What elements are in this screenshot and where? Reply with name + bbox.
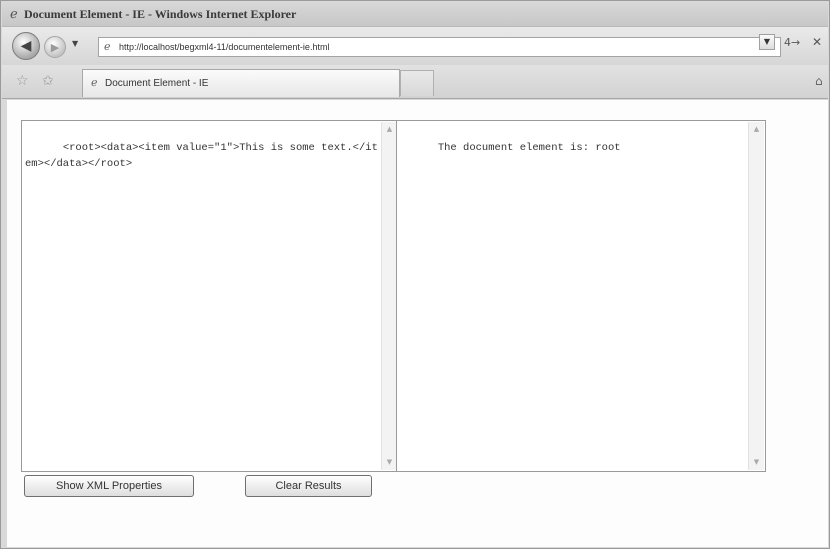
ie-logo-icon: ℯ xyxy=(10,7,18,22)
window-title: Document Element - IE - Windows Internet… xyxy=(24,7,297,21)
scroll-up-icon[interactable]: ▲ xyxy=(384,124,395,135)
forward-arrow-icon: ▶ xyxy=(50,40,60,54)
xml-input-scrollbar[interactable]: ▲ ▼ xyxy=(381,122,397,470)
stop-button[interactable]: ✕ xyxy=(812,35,822,49)
tab-label: Document Element - IE xyxy=(105,78,209,89)
tab-page-icon: ℯ xyxy=(91,76,98,89)
tab-bar: ☆ ✩ ℯ Document Element - IE ⌂ xyxy=(2,65,828,99)
tab-document-element[interactable]: ℯ Document Element - IE xyxy=(82,69,400,97)
result-scrollbar[interactable]: ▲ ▼ xyxy=(748,122,764,470)
title-bar: ℯ Document Element - IE - Windows Intern… xyxy=(2,2,828,27)
browser-window: ℯ Document Element - IE - Windows Intern… xyxy=(0,0,830,549)
forward-button[interactable]: ▶ xyxy=(44,36,66,58)
address-url[interactable]: http://localhost/begxml4-11/documentelem… xyxy=(119,42,329,52)
xml-input-text: <root><data><item value="1">This is some… xyxy=(25,142,378,170)
result-text: The document element is: root xyxy=(437,142,621,154)
new-tab-button[interactable] xyxy=(400,70,434,96)
navigation-bar: ◀ ▶ ▼ ℯ http://localhost/begxml4-11/docu… xyxy=(2,27,828,65)
scroll-down-icon[interactable]: ▼ xyxy=(751,457,762,468)
address-dropdown-icon[interactable]: ▼ xyxy=(759,34,775,50)
back-button[interactable]: ◀ xyxy=(12,32,40,60)
scroll-down-icon[interactable]: ▼ xyxy=(384,457,395,468)
refresh-button[interactable]: 4→ xyxy=(784,36,800,49)
recent-pages-dropdown-icon[interactable]: ▼ xyxy=(72,39,78,48)
favorites-star-icon[interactable]: ☆ xyxy=(16,73,29,89)
tools-icon[interactable]: ⌂ xyxy=(815,74,823,88)
page-icon: ℯ xyxy=(104,40,111,53)
result-textarea[interactable]: The document element is: root ▲ ▼ xyxy=(396,120,766,472)
address-bar[interactable]: ℯ http://localhost/begxml4-11/documentel… xyxy=(98,37,781,57)
back-arrow-icon: ◀ xyxy=(20,38,32,54)
scroll-up-icon[interactable]: ▲ xyxy=(751,124,762,135)
xml-input-textarea[interactable]: <root><data><item value="1">This is some… xyxy=(21,120,399,472)
page-content: <root><data><item value="1">This is some… xyxy=(7,100,828,547)
add-favorites-icon[interactable]: ✩ xyxy=(42,73,54,89)
show-xml-properties-button[interactable]: Show XML Properties xyxy=(24,475,194,497)
clear-results-button[interactable]: Clear Results xyxy=(245,475,372,497)
